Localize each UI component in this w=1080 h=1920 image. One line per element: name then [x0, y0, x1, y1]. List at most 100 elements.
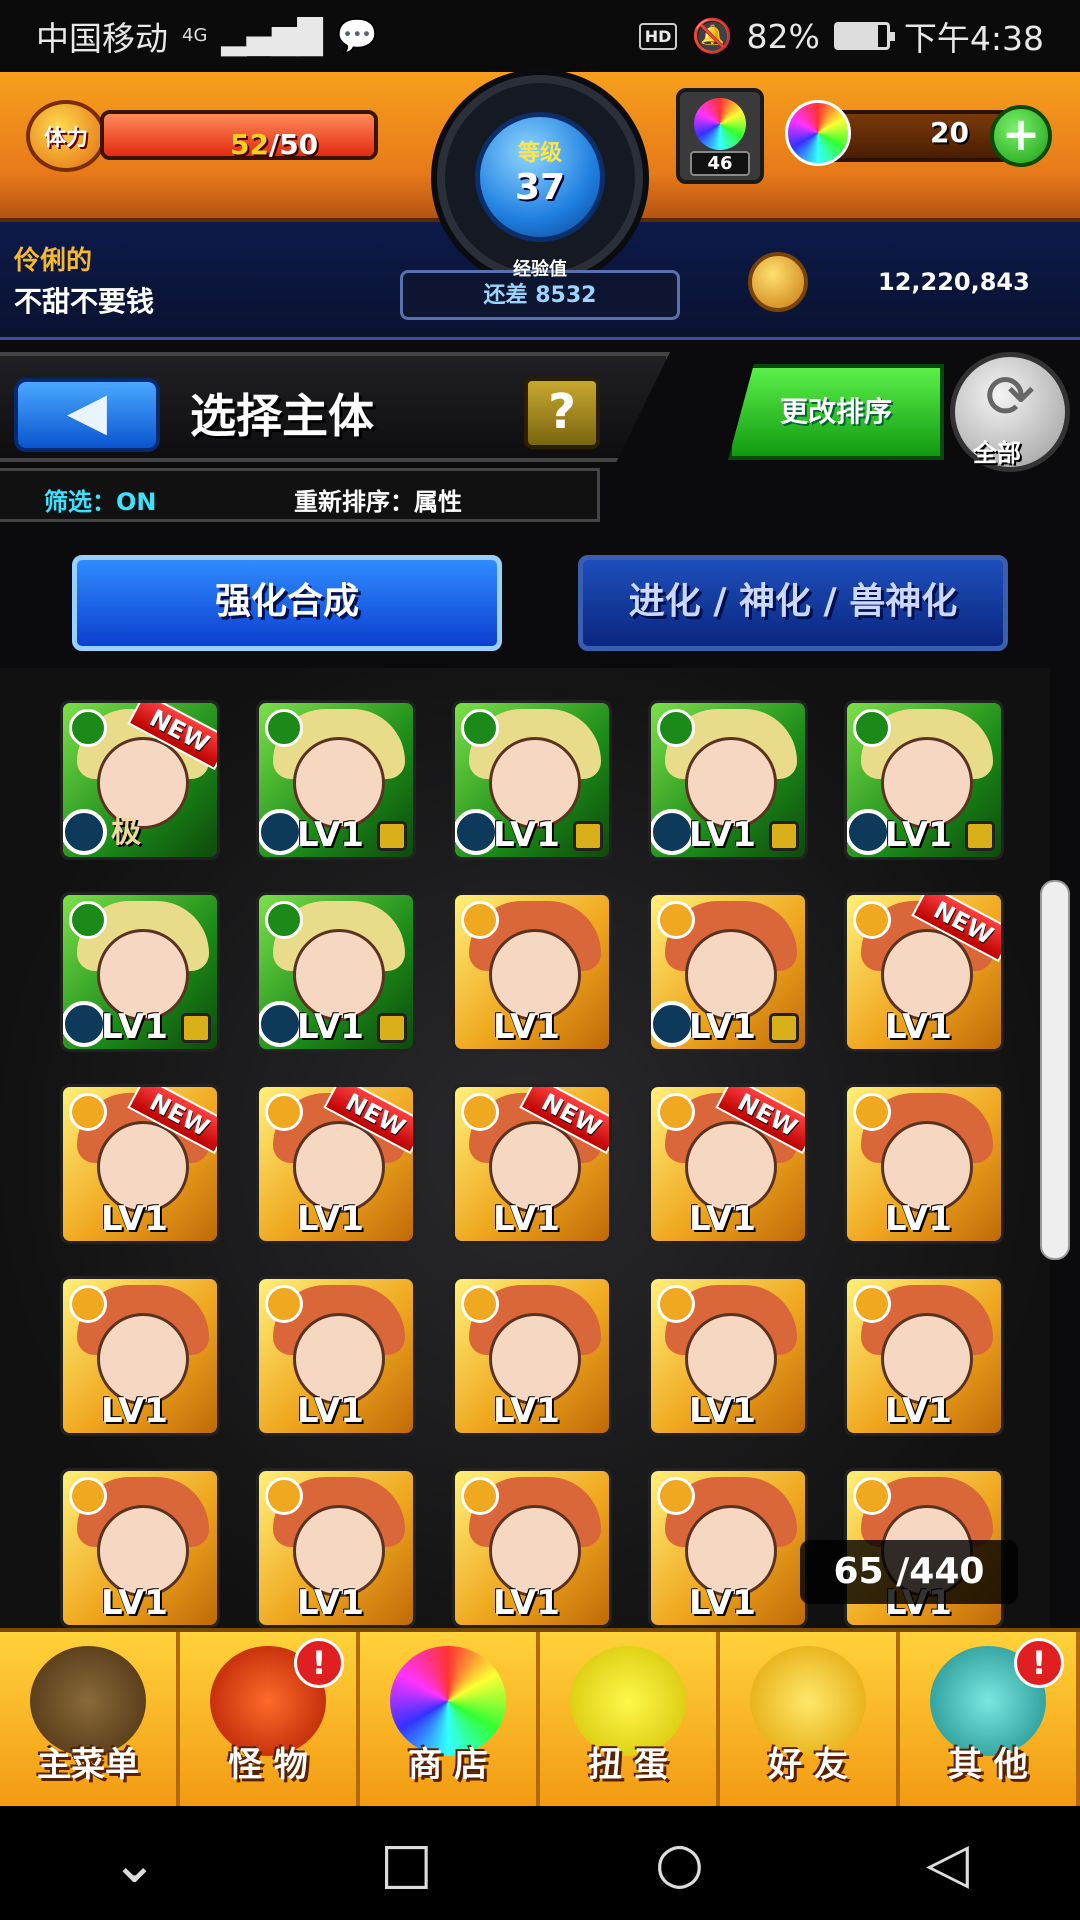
light-attribute-icon [265, 1477, 303, 1515]
lock-icon [573, 821, 603, 851]
exp-label: 经验值 [513, 259, 567, 280]
nav-item-1[interactable]: 怪 物! [180, 1632, 360, 1806]
tab-evolution[interactable]: 进化 / 神化 / 兽神化 [578, 555, 1008, 651]
monster-card[interactable]: LV1 NEW [256, 1084, 416, 1244]
sort-order-label[interactable]: 重新排序：属性 [294, 482, 462, 517]
monster-card[interactable]: LV1 [648, 1276, 808, 1436]
show-all-button[interactable]: ⟳ 全部 [950, 352, 1070, 472]
lock-icon [181, 1013, 211, 1043]
monster-card[interactable]: LV1 [60, 1468, 220, 1628]
monster-card[interactable]: LV1 NEW [844, 892, 1004, 1052]
level-label: LV1 [689, 1583, 756, 1623]
level-label: LV1 [689, 1007, 756, 1047]
nav-item-5[interactable]: 其 他! [900, 1632, 1080, 1806]
change-sort-button[interactable]: 更改排序 [728, 364, 944, 460]
monster-card[interactable]: LV1 NEW [60, 1084, 220, 1244]
orb-stock-box[interactable]: 46 [676, 88, 764, 184]
level-badge[interactable]: 等级 37 [475, 112, 605, 242]
nav-item-label: 其 他 [948, 1745, 1028, 1785]
monster-card[interactable]: LV1 [256, 892, 416, 1052]
recent-apps-icon[interactable]: □ [380, 1831, 433, 1896]
monster-card[interactable]: LV1 [256, 700, 416, 860]
light-attribute-icon [853, 1477, 891, 1515]
light-attribute-icon [657, 1093, 695, 1131]
light-attribute-icon [461, 901, 499, 939]
level-label: LV1 [101, 1583, 168, 1623]
ex-badge: 极 [111, 815, 141, 850]
refresh-icon: ⟳ [984, 362, 1036, 432]
monster-card[interactable]: LV1 NEW [648, 1084, 808, 1244]
wood-attribute-icon [853, 709, 891, 747]
monster-card[interactable]: LV1 [452, 1468, 612, 1628]
battery-icon [833, 22, 895, 50]
show-all-label: 全部 [973, 439, 1021, 467]
monster-card[interactable]: LV1 [844, 1084, 1004, 1244]
exp-box: 经验值 还差 8532 [400, 259, 680, 320]
level-label: LV1 [885, 815, 952, 855]
monster-card[interactable]: LV1 [452, 700, 612, 860]
nav-item-label: 扭 蛋 [588, 1745, 668, 1785]
nav-down-icon[interactable]: ⌄ [111, 1831, 158, 1896]
back-button[interactable]: ◀ [14, 378, 160, 452]
light-attribute-icon [265, 1093, 303, 1131]
buy-gems-button[interactable]: + [990, 105, 1052, 167]
stamina-icon: 体力 [26, 100, 106, 172]
monster-card[interactable]: LV1 [256, 1468, 416, 1628]
stamina-value: 52/50 [230, 128, 319, 161]
level-label: LV1 [493, 1007, 560, 1047]
monster-card[interactable]: LV1 [452, 892, 612, 1052]
light-attribute-icon [461, 1093, 499, 1131]
light-attribute-icon [69, 1093, 107, 1131]
level-label: LV1 [297, 815, 364, 855]
monster-card[interactable]: LV1 [844, 1276, 1004, 1436]
monster-card[interactable]: LV1 [648, 892, 808, 1052]
monster-card[interactable]: LV1 [648, 700, 808, 860]
scrollbar[interactable] [1040, 880, 1070, 1260]
coin-icon [748, 252, 808, 312]
level-label: LV1 [297, 1199, 364, 1239]
monster-card[interactable]: LV1 [452, 1276, 612, 1436]
signal-icon: ▂▄▆█ [221, 16, 323, 56]
light-attribute-icon [69, 1477, 107, 1515]
system-nav: ⌄ □ ○ ◁ [0, 1806, 1080, 1920]
user-title: 伶俐的 [14, 246, 93, 276]
home-icon[interactable]: ○ [655, 1831, 704, 1896]
nav-item-4[interactable]: 好 友 [720, 1632, 900, 1806]
orb-slot-icon [63, 809, 107, 855]
tab-power-up[interactable]: 强化合成 [72, 555, 502, 651]
level-label: 等级 [517, 141, 562, 166]
level-label: LV1 [101, 1007, 168, 1047]
monster-card[interactable]: LV1 [648, 1468, 808, 1628]
nav-item-2[interactable]: 商 店 [360, 1632, 540, 1806]
orb-stock-count: 46 [690, 151, 750, 176]
page-title: 选择主体 [190, 389, 374, 443]
box-count: 65 /440 [800, 1540, 1018, 1604]
monster-card[interactable]: LV1 [60, 1276, 220, 1436]
light-attribute-icon [657, 1285, 695, 1323]
monster-card[interactable]: 极 NEW [60, 700, 220, 860]
orb-stock-icon [694, 98, 746, 150]
level-label: LV1 [493, 1583, 560, 1623]
nav-item-3[interactable]: 扭 蛋 [540, 1632, 720, 1806]
lock-icon [377, 1013, 407, 1043]
back-triangle-icon[interactable]: ◁ [926, 1831, 969, 1896]
monster-card[interactable]: LV1 [60, 892, 220, 1052]
light-attribute-icon [657, 1477, 695, 1515]
help-button[interactable]: ? [524, 377, 600, 449]
monster-card[interactable]: LV1 NEW [452, 1084, 612, 1244]
monster-card[interactable]: LV1 [256, 1276, 416, 1436]
light-attribute-icon [461, 1477, 499, 1515]
lock-icon [769, 1013, 799, 1043]
nav-item-label: 怪 物 [228, 1745, 308, 1785]
alert-badge: ! [294, 1638, 344, 1688]
status-bar: 中国移动 4G ▂▄▆█ 💬 HD 🔕 82% 下午4:38 [0, 0, 1080, 72]
filter-toggle[interactable]: 筛选：ON [44, 482, 157, 517]
rainbow-gem-icon [785, 100, 851, 166]
nav-item-label: 好 友 [768, 1745, 848, 1785]
monster-card[interactable]: LV1 [844, 700, 1004, 860]
light-attribute-icon [657, 901, 695, 939]
wood-attribute-icon [265, 901, 303, 939]
level-label: LV1 [297, 1007, 364, 1047]
light-attribute-icon [461, 1285, 499, 1323]
nav-item-0[interactable]: 主菜单 [0, 1632, 180, 1806]
